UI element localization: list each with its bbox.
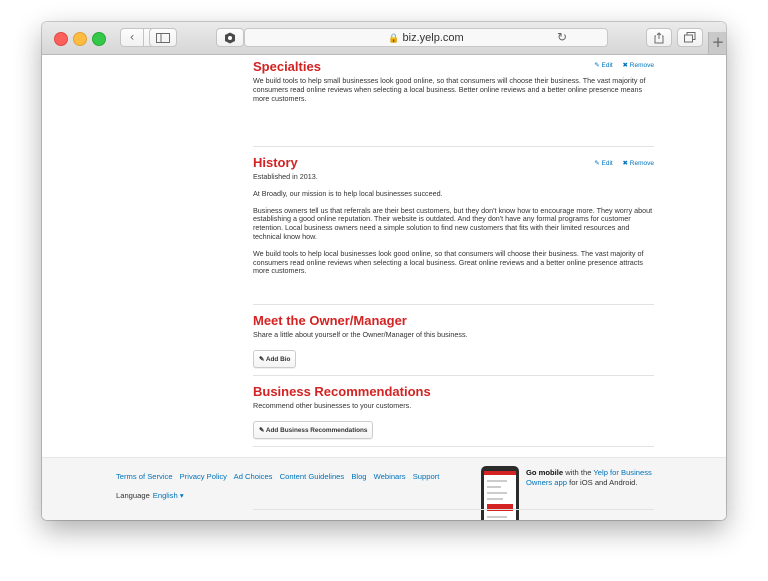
extension-button[interactable] [216, 28, 244, 47]
owner-section: Meet the Owner/Manager Share a little ab… [253, 305, 654, 376]
go-mobile-promo: Go mobile with the Yelp for Business Own… [526, 468, 666, 487]
shield-extension-icon [225, 32, 235, 44]
language-label: Language [116, 491, 150, 500]
tabs-icon [684, 32, 696, 43]
footer-links: Terms of Service Privacy Policy Ad Choic… [116, 472, 444, 481]
footer-link-support[interactable]: Support [413, 472, 440, 481]
owner-title: Meet the Owner/Manager [253, 313, 407, 328]
address-bar[interactable]: 🔒 biz.yelp.com ↻ [244, 28, 608, 47]
owner-description: Share a little about yourself or the Own… [253, 330, 468, 339]
chevron-left-icon: ‹ [129, 30, 135, 44]
show-tabs-button[interactable] [677, 28, 703, 47]
back-button[interactable]: ‹ [121, 29, 144, 46]
history-remove-link[interactable]: ✖ Remove [623, 160, 654, 167]
minimize-window-button[interactable] [73, 32, 87, 46]
language-selector: Language English ▾ [116, 491, 184, 500]
footer-divider [253, 509, 654, 510]
recommendations-description: Recommend other businesses to your custo… [253, 401, 412, 410]
history-paragraph: Established in 2013. [253, 172, 318, 181]
browser-window: ‹ › 🔒biz.yelp.com ↻ [42, 22, 726, 520]
browser-toolbar: ‹ › 🔒biz.yelp.com ↻ [42, 22, 726, 55]
add-recommendations-button[interactable]: ✎ Add Business Recommendations [253, 420, 374, 439]
footer-link-ad-choices[interactable]: Ad Choices [234, 472, 273, 481]
language-dropdown[interactable]: English ▾ [153, 491, 184, 500]
share-icon [654, 32, 664, 44]
lock-icon: 🔒 [388, 33, 400, 43]
history-actions: ✎ Edit ✖ Remove [586, 159, 654, 167]
new-tab-button[interactable]: + [708, 32, 726, 54]
footer-link-blog[interactable]: Blog [351, 472, 366, 481]
sidebar-toggle-button[interactable] [149, 28, 177, 47]
history-paragraph: At Broadly, our mission is to help local… [253, 188, 443, 198]
share-button[interactable] [646, 28, 672, 47]
phone-app-image [481, 466, 519, 520]
zoom-window-button[interactable] [92, 32, 106, 46]
address-text: 🔒 biz.yelp.com [245, 32, 607, 44]
specialties-actions: ✎ Edit ✖ Remove [586, 61, 654, 69]
business-info-column: Specialties ✎ Edit ✖ Remove We build too… [253, 55, 654, 447]
reload-icon[interactable]: ↻ [557, 29, 567, 46]
specialties-edit-link[interactable]: ✎ Edit [594, 62, 612, 69]
history-paragraph: We build tools to help local businesses … [253, 248, 644, 276]
footer-link-webinars[interactable]: Webinars [374, 472, 406, 481]
add-bio-button[interactable]: ✎ Add Bio [253, 349, 297, 368]
footer-link-privacy[interactable]: Privacy Policy [180, 472, 227, 481]
page-footer: Terms of Service Privacy Policy Ad Choic… [42, 457, 726, 520]
go-mobile-platforms: for iOS and Android. [569, 477, 638, 487]
page-content: Specialties ✎ Edit ✖ Remove We build too… [42, 55, 726, 520]
close-window-button[interactable] [54, 32, 68, 46]
footer-link-content-guidelines[interactable]: Content Guidelines [280, 472, 345, 481]
url-text: biz.yelp.com [402, 32, 464, 44]
go-mobile-heading: Go mobile [526, 468, 564, 477]
history-edit-link[interactable]: ✎ Edit [594, 160, 612, 167]
specialties-text: We build tools to help small businesses … [253, 76, 646, 103]
history-paragraph: Business owners tell us that referrals a… [253, 205, 653, 241]
specialties-section: Specialties ✎ Edit ✖ Remove We build too… [253, 55, 654, 147]
recommendations-title: Business Recommendations [253, 384, 431, 399]
recommendations-section: Business Recommendations Recommend other… [253, 376, 654, 447]
footer-link-terms[interactable]: Terms of Service [116, 472, 173, 481]
go-mobile-text: with the [565, 468, 592, 477]
specialties-remove-link[interactable]: ✖ Remove [623, 62, 654, 69]
history-section: History ✎ Edit ✖ Remove Established in 2… [253, 147, 654, 305]
sidebar-icon [156, 33, 170, 43]
